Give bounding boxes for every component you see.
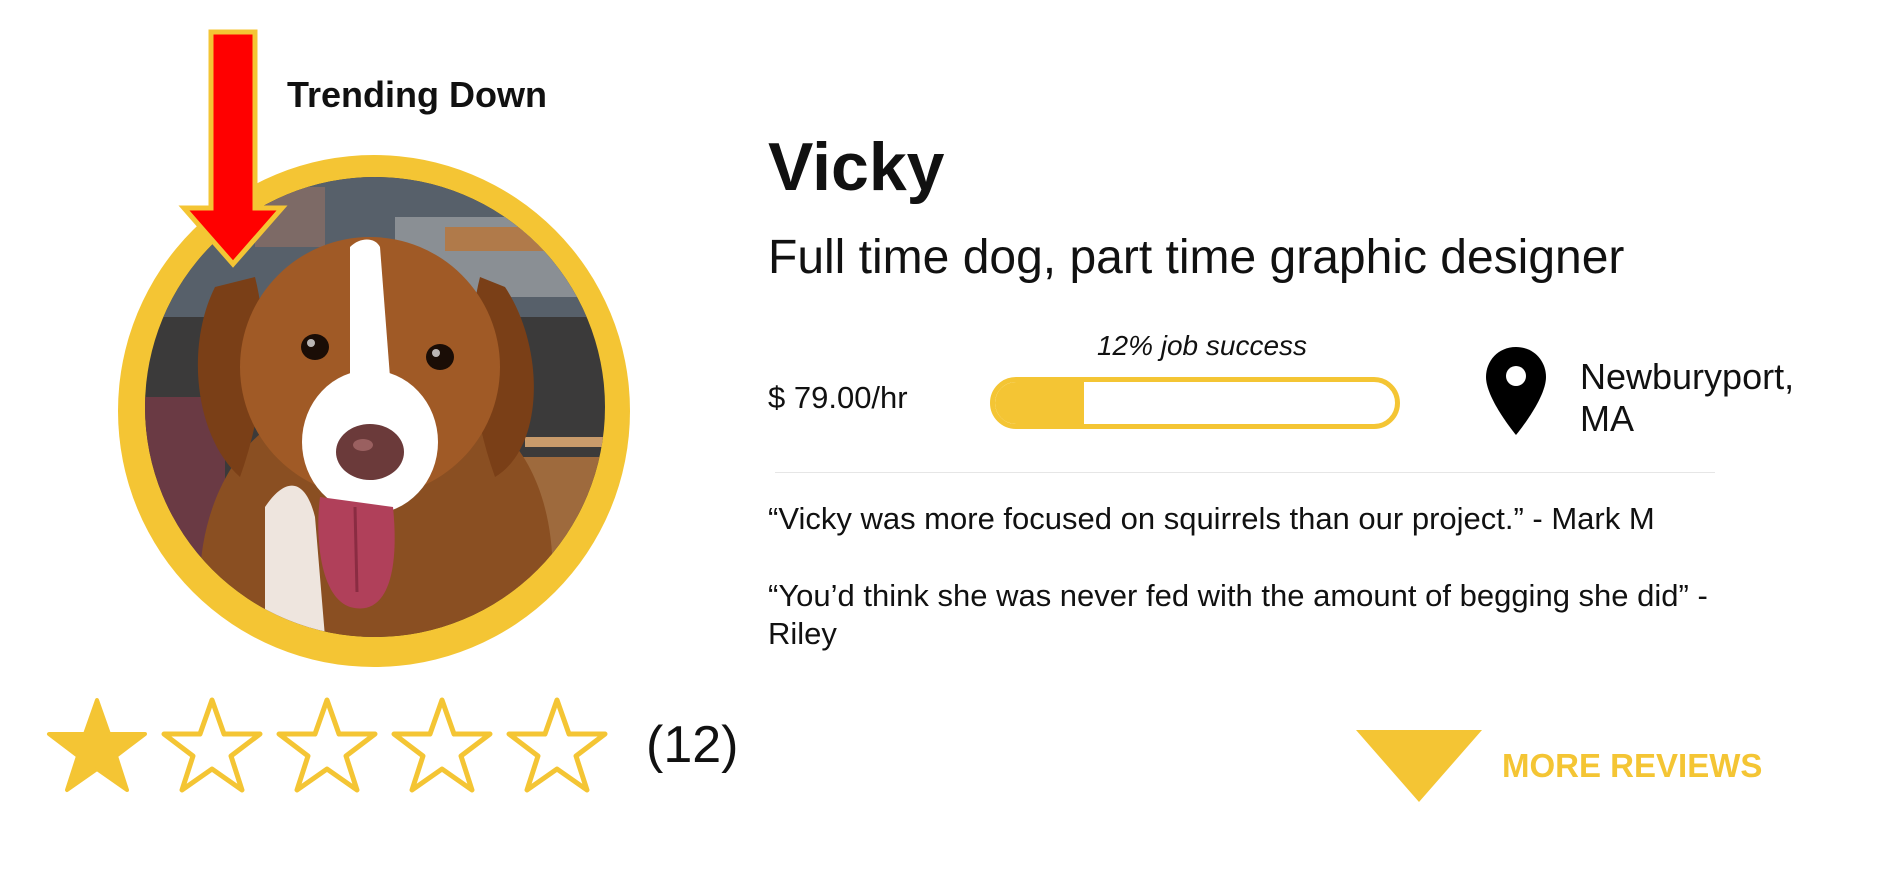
hourly-rate: $ 79.00/hr	[768, 380, 908, 415]
location-state: MA	[1580, 398, 1634, 439]
star-empty-icon	[390, 696, 494, 794]
profile-name: Vicky	[768, 129, 945, 205]
review-item: “Vicky was more focused on squirrels tha…	[768, 501, 1655, 536]
star-empty-icon	[160, 696, 264, 794]
down-arrow-icon	[178, 28, 288, 268]
location-pin-icon	[1484, 345, 1548, 437]
profile-tagline: Full time dog, part time graphic designe…	[768, 231, 1625, 284]
review-count: (12)	[646, 716, 739, 774]
location-city: Newburyport,	[1580, 356, 1795, 397]
job-success-fill	[995, 382, 1084, 424]
more-reviews-label: MORE REVIEWS	[1502, 747, 1763, 784]
location-text: Newburyport, MA	[1580, 356, 1820, 440]
trend-label: Trending Down	[287, 74, 547, 115]
star-empty-icon	[275, 696, 379, 794]
more-reviews-button[interactable]: MORE REVIEWS	[1356, 730, 1762, 802]
star-filled-icon	[45, 696, 149, 794]
star-empty-icon	[505, 696, 609, 794]
triangle-down-icon	[1356, 730, 1482, 802]
review-item: “You’d think she was never fed with the …	[768, 578, 1708, 651]
divider	[775, 472, 1715, 473]
job-success-label: 12% job success	[1096, 330, 1308, 361]
star-rating: (12)	[45, 695, 738, 795]
job-success-bar	[990, 377, 1400, 429]
